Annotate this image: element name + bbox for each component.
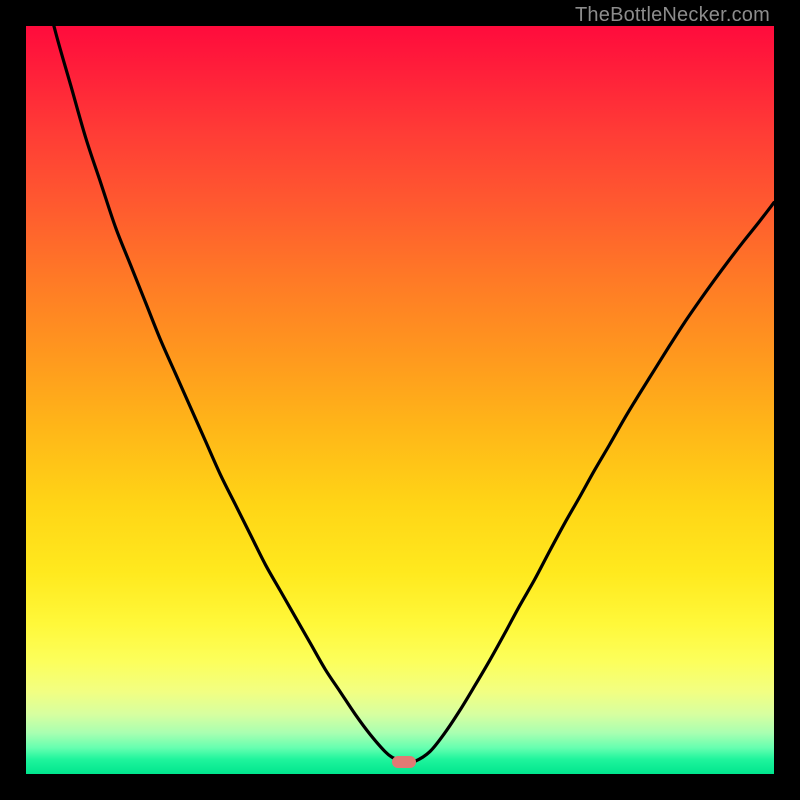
chart-frame: TheBottleNecker.com [0,0,800,800]
plot-area [26,26,774,774]
minimum-marker [392,756,416,768]
watermark-text: TheBottleNecker.com [575,4,770,27]
bottleneck-curve [26,26,774,774]
